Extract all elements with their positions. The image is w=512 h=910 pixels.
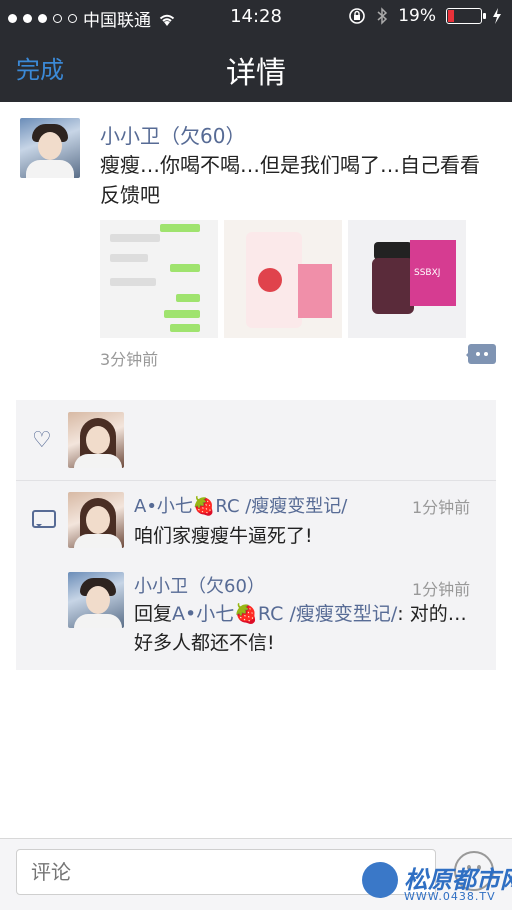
- avatar-face: [86, 586, 110, 614]
- bluetooth-icon: [377, 7, 388, 25]
- comment-action-icon[interactable]: [466, 344, 496, 364]
- rotation-lock-icon: [349, 8, 366, 24]
- chat-bubble: [170, 264, 200, 272]
- avatar-shirt: [74, 614, 122, 628]
- status-icons: 19%: [348, 6, 502, 26]
- post-time: 3分钟前: [100, 350, 159, 369]
- post-image-product-bag[interactable]: [224, 220, 342, 338]
- nav-bar: 完成 详情: [0, 34, 512, 102]
- avatar-shirt: [74, 534, 122, 548]
- chat-bubble: [170, 324, 200, 332]
- chat-bubble: [176, 294, 200, 302]
- battery-tip: [483, 13, 486, 19]
- comment-time: 1分钟前: [412, 580, 471, 599]
- product-label: SSBXJ: [414, 268, 441, 278]
- comment-author[interactable]: 小小卫（欠60）: [134, 572, 265, 598]
- reply-prefix: 回复: [134, 603, 173, 625]
- comment-icon: [32, 510, 56, 528]
- commenter-avatar[interactable]: [68, 572, 124, 628]
- comment-time: 1分钟前: [412, 498, 471, 517]
- avatar-face: [86, 506, 110, 534]
- status-bar: 中国联通 14:28 19%: [0, 0, 512, 34]
- reply-target[interactable]: A•小七🍓RC /瘦瘦变型记/: [172, 603, 397, 625]
- post-image-chat-screenshot[interactable]: [100, 220, 218, 338]
- avatar-face: [86, 426, 110, 454]
- tomato-graphic: [258, 268, 282, 292]
- chat-bubble: [110, 234, 160, 242]
- commenter-avatar[interactable]: [68, 492, 124, 548]
- bottle-body: [372, 258, 414, 314]
- avatar-shirt: [74, 454, 122, 468]
- comment-text[interactable]: 咱们家瘦瘦牛逼死了!: [134, 522, 484, 551]
- dot: [476, 352, 480, 356]
- comment-author[interactable]: A•小七🍓RC /瘦瘦变型记/: [134, 492, 347, 518]
- chat-bubble: [110, 254, 148, 262]
- avatar-face: [38, 132, 62, 160]
- likes-row: ♡: [16, 400, 496, 481]
- chat-bubble: [164, 310, 200, 318]
- watermark-url: WWW.0438.TV: [404, 890, 496, 903]
- page-title: 详情: [226, 56, 286, 91]
- chat-bubble: [160, 224, 200, 232]
- charging-bolt-icon: [493, 8, 501, 24]
- author-name[interactable]: 小小卫（欠60）: [100, 120, 245, 149]
- site-watermark: 松原都市网 WWW.0438.TV: [360, 860, 512, 908]
- battery-icon: [446, 8, 486, 24]
- heart-icon: ♡: [32, 428, 52, 453]
- liker-avatar[interactable]: [68, 412, 124, 468]
- product-box: [298, 264, 332, 318]
- product-sachet: SSBXJ: [410, 240, 456, 306]
- chat-bubble: [110, 278, 156, 286]
- reply-comment[interactable]: 回复A•小七🍓RC /瘦瘦变型记/: 对的…好多人都还不信!: [134, 600, 484, 658]
- battery-level-fill: [448, 10, 454, 22]
- watermark-logo-icon: [362, 862, 398, 898]
- dot: [484, 352, 488, 356]
- avatar-shirt: [26, 160, 74, 178]
- author-avatar[interactable]: [20, 118, 80, 178]
- post-text: 瘦瘦…你喝不喝…但是我们喝了…自己看看反馈吧: [100, 153, 480, 207]
- interactions-panel: ♡ A•小七🍓RC /瘦瘦变型记/ 1分钟前 咱们家瘦瘦牛逼死了! 小小卫（欠6…: [16, 400, 496, 670]
- post-image-product-bottle[interactable]: SSBXJ: [348, 220, 466, 338]
- battery-percent: 19%: [398, 6, 436, 26]
